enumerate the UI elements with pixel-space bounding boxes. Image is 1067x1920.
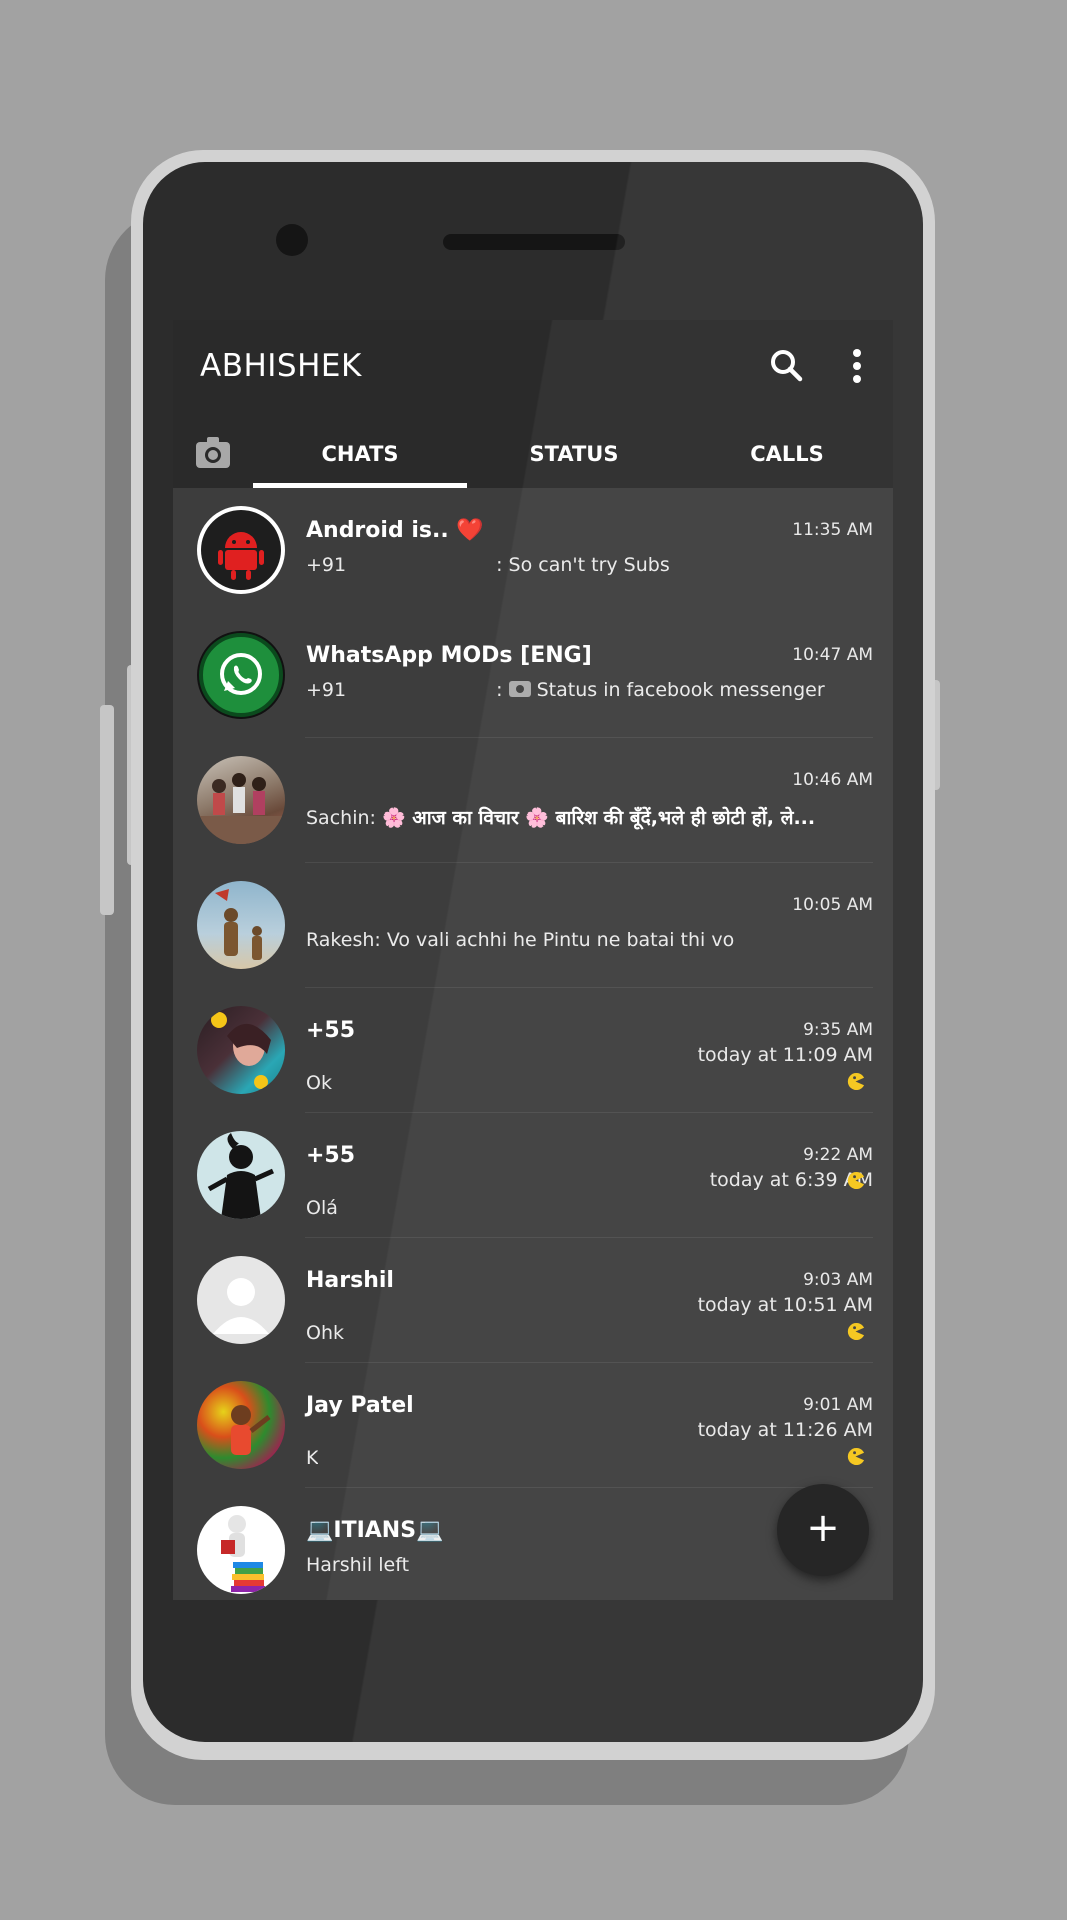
chat-last-message: +91: So can't try Subs [306, 554, 670, 576]
avatar [197, 1131, 285, 1219]
chat-time: 10:47 AM [792, 645, 873, 665]
search-icon[interactable] [763, 342, 811, 390]
chat-row-android[interactable]: Android is.. ❤️ 11:35 AM +91: So can't t… [173, 488, 893, 613]
avatar [197, 1506, 285, 1594]
app-title: ABHISHEK [200, 348, 362, 384]
tab-chats[interactable]: CHATS [253, 420, 467, 488]
avatar [197, 1381, 285, 1469]
emoji-status-icon [847, 1447, 865, 1466]
more-vert-icon[interactable] [833, 342, 881, 390]
chat-last-message: Ok [306, 1072, 332, 1094]
whatsapp-logo-icon [197, 631, 285, 719]
chat-time: 9:22 AM [803, 1145, 873, 1165]
avatar [197, 1006, 285, 1094]
chat-row-group-rakesh[interactable]: 10:05 AM Rakesh: Vo vali achhi he Pintu … [173, 863, 893, 988]
chat-time: 10:46 AM [792, 770, 873, 790]
avatar [197, 756, 285, 844]
chat-name: WhatsApp MODs [ENG] [306, 643, 592, 668]
chat-time: 10:05 AM [792, 895, 873, 915]
camera-icon[interactable] [183, 420, 247, 488]
chat-time: 9:01 AM [803, 1395, 873, 1415]
default-avatar-icon [197, 1256, 285, 1344]
chat-name: +55 [306, 1143, 356, 1168]
chat-row-harshil[interactable]: Harshil 9:03 AM today at 10:51 AM Ohk [173, 1238, 893, 1363]
chat-last-message: Sachin: 🌸 आज का विचार 🌸 बारिश की बूँदें,… [306, 807, 816, 829]
chat-row-whatsapp-mods[interactable]: WhatsApp MODs [ENG] 10:47 AM +91: Status… [173, 613, 893, 738]
chat-row-plus55-a[interactable]: +55 9:35 AM today at 11:09 AM Ok [173, 988, 893, 1113]
chat-time: 11:35 AM [792, 520, 873, 540]
earpiece-speaker [443, 234, 625, 250]
side-button-left-1 [100, 705, 114, 915]
heart-icon: ❤️ [456, 518, 484, 543]
app-screen: ABHISHEK CHATS STATUS CALLS Android is..… [173, 320, 893, 1600]
chat-last-message: Harshil left [306, 1554, 410, 1576]
tab-bar: CHATS STATUS CALLS [173, 420, 893, 488]
chat-last-message: Olá [306, 1197, 338, 1219]
chat-last-message: Ohk [306, 1322, 344, 1344]
emoji-status-icon [847, 1171, 865, 1190]
add-icon: + [806, 1505, 840, 1551]
chat-row-jay-patel[interactable]: Jay Patel 9:01 AM today at 11:26 AM K [173, 1363, 893, 1488]
new-chat-fab[interactable]: + [777, 1484, 869, 1576]
app-bar: ABHISHEK CHATS STATUS CALLS [173, 320, 893, 488]
chat-name: Harshil [306, 1268, 394, 1293]
chat-last-message: Rakesh: Vo vali achhi he Pintu ne batai … [306, 929, 735, 951]
last-seen-time: today at 10:51 AM [697, 1294, 873, 1316]
chat-name: 💻ITIANS💻 [306, 1518, 444, 1543]
chat-name: +55 [306, 1018, 356, 1043]
chat-last-message: +91: Status in facebook messenger [306, 679, 825, 701]
chat-last-message: K [306, 1447, 319, 1469]
avatar [197, 881, 285, 969]
chat-name: Jay Patel [306, 1393, 414, 1418]
front-camera [276, 224, 308, 256]
tab-calls[interactable]: CALLS [681, 420, 893, 488]
emoji-status-icon [847, 1322, 865, 1341]
emoji-status-icon [847, 1072, 865, 1091]
photo-message-icon [508, 681, 531, 697]
chat-time: 9:03 AM [803, 1270, 873, 1290]
chat-row-group-sachin[interactable]: 10:46 AM Sachin: 🌸 आज का विचार 🌸 बारिश क… [173, 738, 893, 863]
last-seen-time: today at 11:09 AM [697, 1044, 873, 1066]
avatar [197, 506, 285, 594]
last-seen-time: today at 11:26 AM [697, 1419, 873, 1441]
tab-status[interactable]: STATUS [467, 420, 681, 488]
chat-time: 9:35 AM [803, 1020, 873, 1040]
chat-name: Android is.. ❤️ [306, 518, 484, 543]
chat-row-plus55-b[interactable]: +55 9:22 AM today at 6:39 AM Olá [173, 1113, 893, 1238]
